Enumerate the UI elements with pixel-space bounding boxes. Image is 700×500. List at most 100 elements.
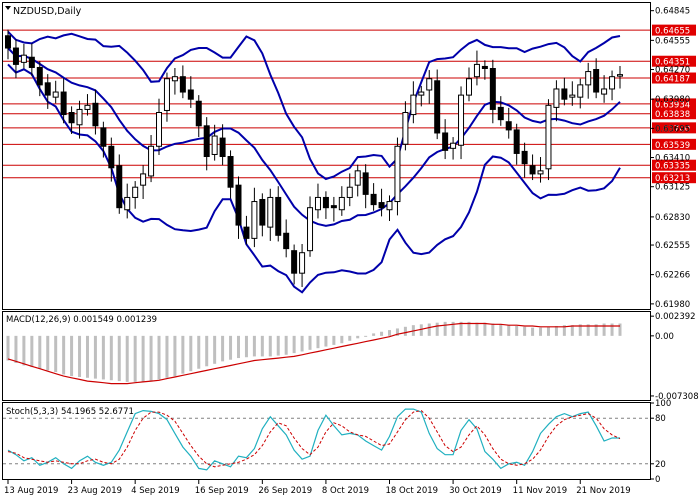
time-tick-label: 26 Sep 2019 <box>258 486 312 496</box>
macd-bar <box>443 321 447 336</box>
candle-body <box>251 201 258 239</box>
macd-bar <box>523 326 527 336</box>
macd-bar <box>515 325 519 336</box>
macd-bar <box>475 322 479 336</box>
candle-body <box>314 196 321 211</box>
macd-bar <box>85 335 89 378</box>
candle-body <box>458 94 465 146</box>
candle-body <box>140 173 147 186</box>
price-axis: 0.64845 0.64555 0.64270 0.63980 0.63695 0.634… <box>650 7 690 310</box>
price-tick-label: 0.62266 <box>655 271 690 281</box>
candle-body <box>124 196 131 211</box>
candle-body <box>545 104 552 170</box>
macd-bar <box>491 323 495 336</box>
candle-body <box>68 112 75 124</box>
macd-bar <box>38 335 42 369</box>
candle-body <box>553 88 560 108</box>
candle-body <box>378 202 385 209</box>
macd-bar <box>356 335 360 339</box>
candle-body <box>346 186 353 198</box>
macd-bar <box>388 330 392 336</box>
stoch-tick-label: 20 <box>655 460 666 470</box>
candle-body <box>283 232 290 250</box>
macd-bar <box>149 335 153 382</box>
macd-bar <box>46 335 50 371</box>
candle-body <box>28 56 35 68</box>
macd-bar <box>348 335 352 341</box>
macd-bar <box>380 331 384 336</box>
candle-body <box>195 100 202 127</box>
macd-bar <box>499 324 503 336</box>
macd-bar <box>181 335 185 374</box>
time-tick-label: 21 Nov 2019 <box>576 486 630 496</box>
candle-body <box>219 137 226 158</box>
macd-bar <box>93 335 97 379</box>
macd-bar <box>213 335 217 364</box>
candle-body <box>418 91 425 96</box>
candle-body <box>307 207 314 252</box>
candle-body <box>20 54 27 63</box>
candle-body <box>338 196 345 211</box>
level-label-text: 0.64655 <box>655 27 690 37</box>
macd-bar <box>197 335 201 369</box>
candle-body <box>434 80 441 134</box>
macd-bar <box>62 335 66 375</box>
candle-body <box>235 184 242 226</box>
candle-body <box>163 78 170 111</box>
macd-bar <box>54 335 58 373</box>
candle-body <box>92 102 99 127</box>
macd-bar <box>78 335 82 377</box>
macd-bar <box>189 335 193 372</box>
candle-body <box>386 201 393 211</box>
price-tick-label: 0.64270 <box>655 66 690 76</box>
candle-body <box>227 156 234 188</box>
macd-bar <box>300 335 304 352</box>
time-tick-label: 13 Aug 2019 <box>4 486 58 496</box>
candle-body <box>362 172 369 195</box>
candle-body <box>259 198 266 226</box>
macd-bar <box>284 335 288 355</box>
time-tick-label: 16 Sep 2019 <box>195 486 249 496</box>
candle-body <box>275 196 282 236</box>
macd-bar <box>22 335 26 366</box>
macd-bar <box>372 333 376 336</box>
macd-bar <box>141 335 145 382</box>
candle-body <box>394 145 401 203</box>
macd-bar <box>570 325 574 336</box>
macd-tick-label: 0.002392 <box>655 312 696 322</box>
candle-body <box>473 63 480 78</box>
candle-body <box>529 165 536 175</box>
price-tick-label: 0.64845 <box>655 7 690 17</box>
candle-body <box>585 71 592 86</box>
macd-bar <box>260 335 264 357</box>
macd-bar <box>30 335 34 368</box>
macd-bar <box>268 335 272 357</box>
level-label: 0.64655 <box>652 24 696 37</box>
macd-bar <box>531 327 535 336</box>
macd-bar <box>618 323 622 336</box>
stoch-title: Stoch(5,3,3) 54.1965 52.6771 <box>6 407 134 417</box>
time-tick-label: 11 Nov 2019 <box>513 486 567 496</box>
candle-body <box>497 106 504 121</box>
candle-body <box>402 112 409 145</box>
macd-bar <box>308 335 312 350</box>
macd-bar <box>229 335 233 360</box>
candle-body <box>267 196 274 228</box>
candle-body <box>108 145 115 169</box>
macd-bar <box>316 335 320 349</box>
time-tick-label: 23 Aug 2019 <box>68 486 122 496</box>
macd-axis: 0.0023920.00-0.007308 <box>650 312 699 402</box>
price-panel <box>2 2 651 310</box>
candle-body <box>322 196 329 209</box>
candle-body <box>577 84 584 98</box>
macd-bar <box>276 335 280 356</box>
candle-body <box>410 94 417 116</box>
price-tick-label: 0.62555 <box>655 241 690 251</box>
macd-bar <box>252 335 256 357</box>
stoch-tick-label: 0 <box>655 475 660 485</box>
macd-bar <box>70 335 74 377</box>
candle-body <box>505 121 512 131</box>
macd-bar <box>6 335 10 361</box>
candle-body <box>617 74 623 77</box>
candle <box>545 99 552 181</box>
